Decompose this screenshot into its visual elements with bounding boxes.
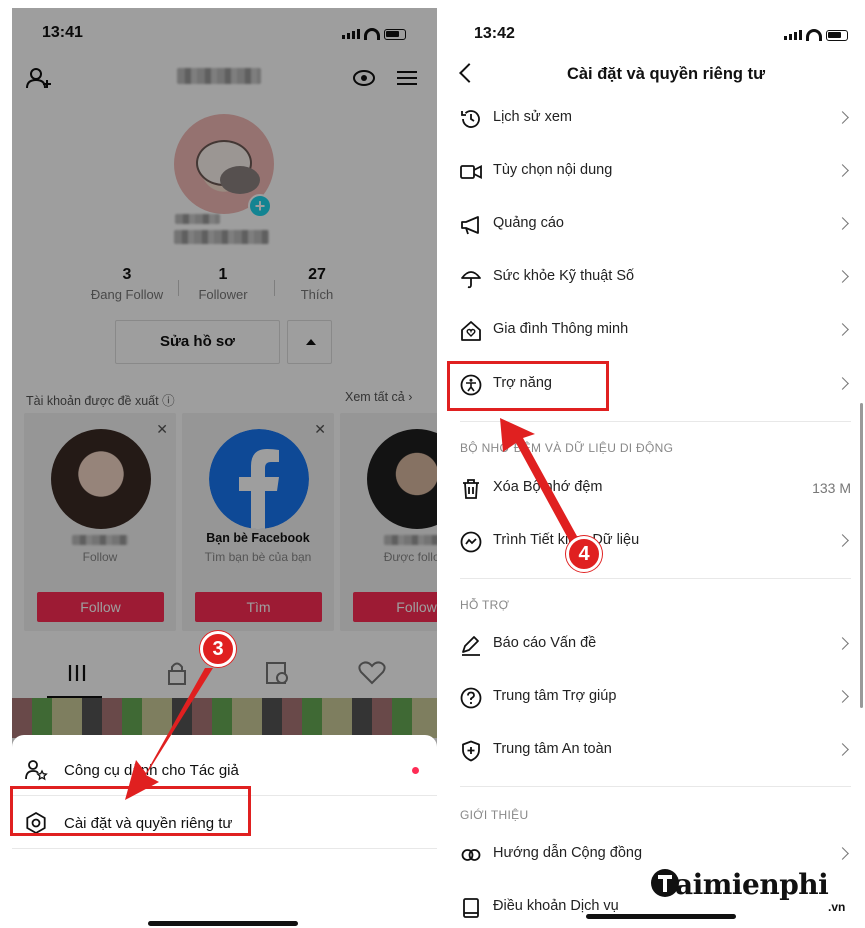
watermark-domain: .vn	[828, 900, 846, 914]
step-3-badge: 3	[200, 631, 236, 667]
watermark-brand: aimienphi	[675, 868, 829, 901]
step-4-badge: 4	[566, 536, 602, 572]
arrow-step3	[125, 668, 213, 800]
arrow-step4	[500, 418, 578, 542]
annotation-arrows	[125, 418, 578, 800]
